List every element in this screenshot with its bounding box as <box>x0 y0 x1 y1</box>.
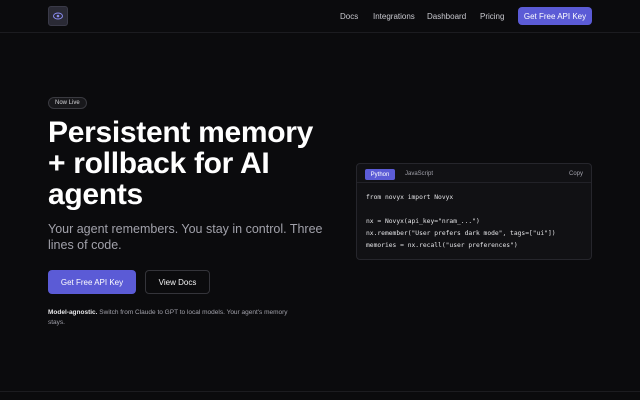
header-get-api-key-button[interactable]: Get Free API Key <box>518 7 592 25</box>
nav-dashboard[interactable]: Dashboard <box>427 12 466 21</box>
code-line: nx = Novyx(api_key="nram_...") <box>366 218 480 225</box>
footnote-text: Switch from Claude to GPT to local model… <box>97 309 288 316</box>
nav-pricing[interactable]: Pricing <box>480 12 504 21</box>
nav-integrations[interactable]: Integrations <box>373 12 415 21</box>
code-tabs: Python JavaScript Copy <box>357 164 591 183</box>
footnote-emphasis: Model-agnostic. <box>48 309 98 316</box>
get-free-api-key-button[interactable]: Get Free API Key <box>48 270 136 294</box>
hero-title-line: agents <box>48 178 143 211</box>
logo-mark-icon <box>53 12 63 20</box>
code-line: nx.remember("User prefers dark mode", ta… <box>366 230 556 237</box>
site-header: Docs Integrations Dashboard Pricing Get … <box>0 0 640 33</box>
hero-title: Persistent memory + rollback for AI agen… <box>48 117 348 210</box>
view-docs-button[interactable]: View Docs <box>145 270 210 294</box>
novyx-logo-icon[interactable] <box>48 6 68 26</box>
footnote-text-cont: stays. <box>48 318 65 326</box>
hero-subtitle-line: Your agent remembers. You stay in contro… <box>48 222 323 236</box>
code-block: from novyx import Novyx nx = Novyx(api_k… <box>366 192 556 252</box>
hero-footnote: Model-agnostic. Switch from Claude to GP… <box>48 308 338 327</box>
copy-button[interactable]: Copy <box>569 171 583 177</box>
code-line: from novyx import Novyx <box>366 194 454 201</box>
section-divider <box>0 391 640 392</box>
tab-python[interactable]: Python <box>365 169 395 180</box>
tab-javascript[interactable]: JavaScript <box>405 171 433 177</box>
code-line: memories = nx.recall("user preferences") <box>366 242 518 249</box>
hero-subtitle: Your agent remembers. You stay in contro… <box>48 221 348 253</box>
status-badge: Now Live <box>48 97 87 109</box>
hero-title-line: + rollback for AI <box>48 147 270 180</box>
nav-docs[interactable]: Docs <box>340 12 358 21</box>
hero-subtitle-line: lines of code. <box>48 238 122 252</box>
code-sample-card: Python JavaScript Copy from novyx import… <box>356 163 592 260</box>
hero-title-line: Persistent memory <box>48 116 314 149</box>
